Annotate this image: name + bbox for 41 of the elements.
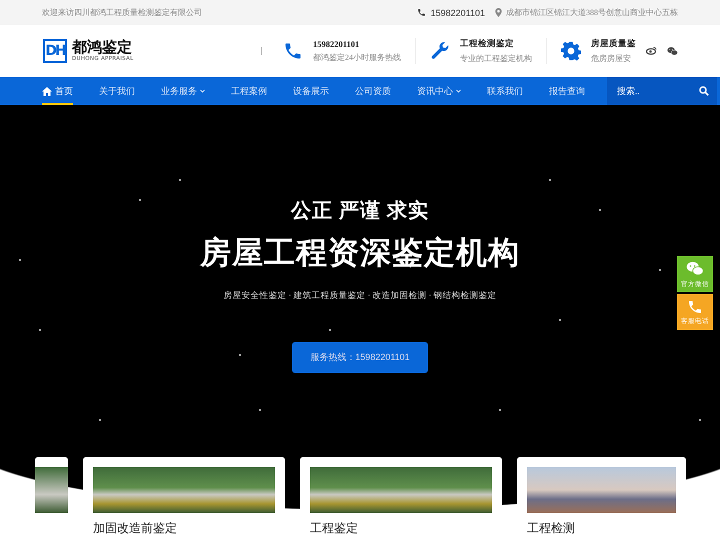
hotline-button[interactable]: 服务热线：15982201101	[292, 342, 428, 373]
contact-title: 工程检测鉴定	[460, 38, 515, 50]
eye-icon[interactable]	[646, 46, 657, 54]
phone-icon	[283, 41, 303, 61]
card-title: 工程检测	[527, 521, 576, 535]
home-icon	[42, 86, 52, 96]
contact-subtitle: 危房房屋安	[591, 53, 632, 64]
contact-subtitle: 专业的工程鉴定机构	[460, 53, 532, 64]
nav-item[interactable]: 公司资质	[355, 77, 391, 105]
contact-title: 15982201101	[313, 39, 360, 49]
nav-item[interactable]: 联系我们	[487, 77, 523, 105]
nav-item[interactable]: 业务服务	[161, 77, 205, 105]
welcome-text: 欢迎来访四川都鸿工程质量检测鉴定有限公司	[42, 7, 202, 18]
nav-item[interactable]: 设备展示	[293, 77, 329, 105]
photo-placeholder	[35, 467, 68, 513]
search-icon[interactable]	[699, 86, 709, 96]
phone-icon	[687, 298, 703, 314]
nav-item[interactable]: 关于我们	[99, 77, 135, 105]
nav-item[interactable]: 资讯中心	[417, 77, 461, 105]
nav-item[interactable]: 报告查询	[549, 77, 585, 105]
wrench-icon	[430, 41, 450, 61]
contact-subtitle: 都鸿鉴定24小时服务热线	[313, 52, 401, 63]
hero-title: 房屋工程资深鉴定机构	[200, 234, 520, 272]
logo-name: 都鸿鉴定	[72, 40, 132, 56]
chat-bubbles-icon	[686, 260, 704, 278]
phone-icon	[416, 8, 426, 17]
phone-number: 15982201101	[430, 8, 485, 18]
search-field[interactable]: 搜索..	[607, 77, 717, 105]
logo-mark: DH	[43, 39, 67, 63]
nav-item[interactable]: 工程案例	[231, 77, 267, 105]
location-pin-icon	[495, 8, 502, 17]
settings-icon	[561, 41, 581, 61]
chat-icon[interactable]	[667, 46, 678, 56]
caret-icon	[456, 89, 461, 93]
address-text: 成都市锦江区锦江大道388号创意山商业中心五栋	[506, 7, 678, 18]
card-title: 工程鉴定	[310, 521, 359, 535]
card-title: 加固改造前鉴定	[93, 521, 178, 535]
contact-title: 房屋质量鉴	[591, 38, 636, 50]
caret-icon	[200, 89, 205, 93]
hero-tagline: 公正 严谨 求实	[291, 198, 429, 224]
hero-services-text: 房屋安全性鉴定 · 建筑工程质量鉴定 · 改造加固检测 · 钢结构检测鉴定	[223, 290, 497, 302]
